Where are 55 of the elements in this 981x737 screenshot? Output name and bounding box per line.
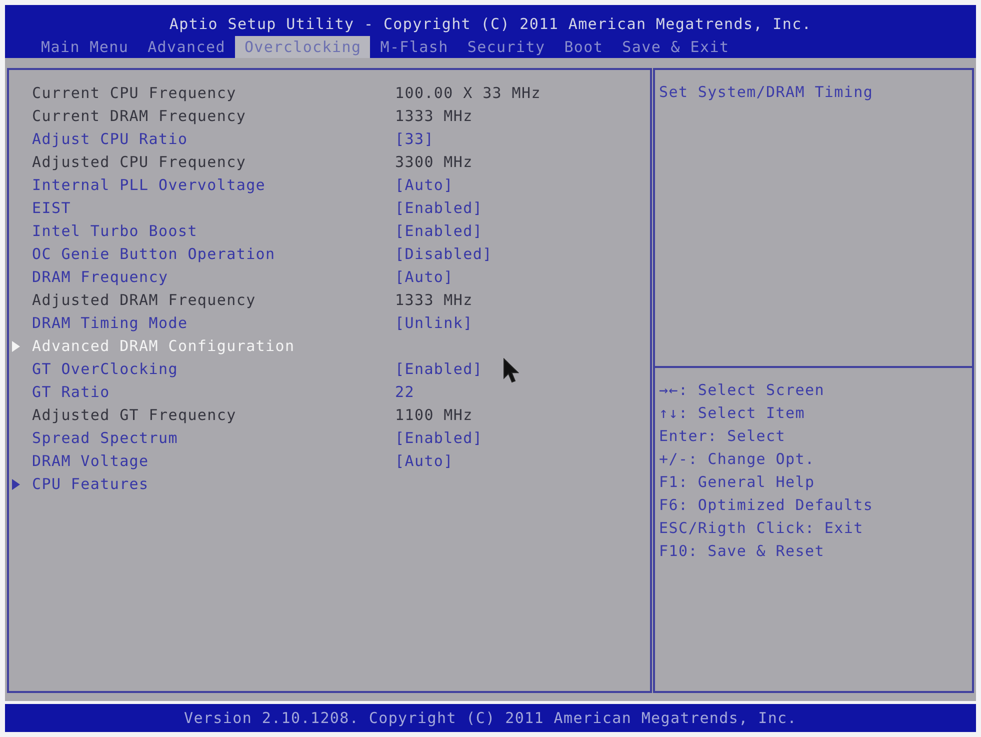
info-label: Current CPU Frequency — [32, 83, 236, 104]
menu-tab[interactable]: Security — [458, 36, 554, 58]
info-value: 3300 MHz — [395, 152, 473, 173]
setting-label[interactable]: OC Genie Button Operation — [32, 243, 276, 266]
triangle-icon — [12, 479, 20, 490]
help-text: Set System/DRAM Timing — [659, 82, 874, 103]
setting-label[interactable]: Spread Spectrum — [32, 427, 178, 450]
setting-value[interactable]: [Enabled] — [395, 197, 483, 220]
window-title: Aptio Setup Utility - Copyright (C) 2011 American Megatrends, Inc. — [169, 15, 812, 33]
copyright-text: Version 2.10.1208. Copyright (C) 2011 American Megatrends, Inc. — [184, 709, 798, 727]
info-value: 1333 MHz — [395, 106, 473, 127]
menu-tab[interactable]: Advanced — [138, 36, 234, 58]
setting-label[interactable]: GT OverClocking — [32, 358, 178, 381]
setting-label[interactable]: GT Ratio — [32, 381, 110, 404]
submenu-item[interactable]: Advanced DRAM Configuration — [32, 335, 295, 358]
menu-tab[interactable]: Boot — [555, 36, 612, 58]
setting-value[interactable]: [Auto] — [395, 174, 454, 197]
key-hint: ↑↓: Select Item — [659, 403, 806, 424]
setting-value[interactable]: [Enabled] — [395, 358, 483, 381]
key-hint: F1: General Help — [659, 472, 816, 493]
menu-tab[interactable]: Overclocking — [235, 36, 370, 58]
setting-label[interactable]: Adjust CPU Ratio — [32, 128, 188, 151]
setting-value[interactable]: [Auto] — [395, 450, 454, 473]
setting-label[interactable]: EIST — [32, 197, 71, 220]
submenu-item[interactable]: CPU Features — [32, 473, 149, 496]
info-value: 100.00 X 33 MHz — [395, 83, 541, 104]
key-hint: F10: Save & Reset — [659, 541, 826, 562]
setting-value[interactable]: 22 — [395, 381, 414, 404]
setting-value[interactable]: [33] — [395, 128, 434, 151]
key-hint: +/-: Change Opt. — [659, 449, 816, 470]
info-label: Adjusted CPU Frequency — [32, 152, 246, 173]
menu-tab[interactable]: Main Menu — [32, 36, 138, 58]
setting-value[interactable]: [Unlink] — [395, 312, 473, 335]
setting-value[interactable]: [Enabled] — [395, 220, 483, 243]
info-label: Current DRAM Frequency — [32, 106, 246, 127]
info-value: 1100 MHz — [395, 405, 473, 426]
setting-label[interactable]: DRAM Frequency — [32, 266, 168, 289]
info-value: 1333 MHz — [395, 290, 473, 311]
setting-label[interactable]: DRAM Timing Mode — [32, 312, 188, 335]
key-hint: ESC/Rigth Click: Exit — [659, 518, 864, 539]
menu-tab[interactable]: M-Flash — [371, 36, 458, 58]
setting-label[interactable]: Internal PLL Overvoltage — [32, 174, 266, 197]
menu-tab[interactable]: Save & Exit — [613, 36, 738, 58]
setting-value[interactable]: [Enabled] — [395, 427, 483, 450]
key-hint: →←: Select Screen — [659, 380, 826, 401]
key-hint: F6: Optimized Defaults — [659, 495, 874, 516]
setting-label[interactable]: DRAM Voltage — [32, 450, 149, 473]
setting-value[interactable]: [Auto] — [395, 266, 454, 289]
triangle-icon — [12, 341, 20, 352]
key-hint: Enter: Select — [659, 426, 786, 447]
info-label: Adjusted DRAM Frequency — [32, 290, 256, 311]
setting-label[interactable]: Intel Turbo Boost — [32, 220, 198, 243]
mouse-pointer-icon — [503, 358, 519, 384]
setting-value[interactable]: [Disabled] — [395, 243, 492, 266]
info-label: Adjusted GT Frequency — [32, 405, 236, 426]
